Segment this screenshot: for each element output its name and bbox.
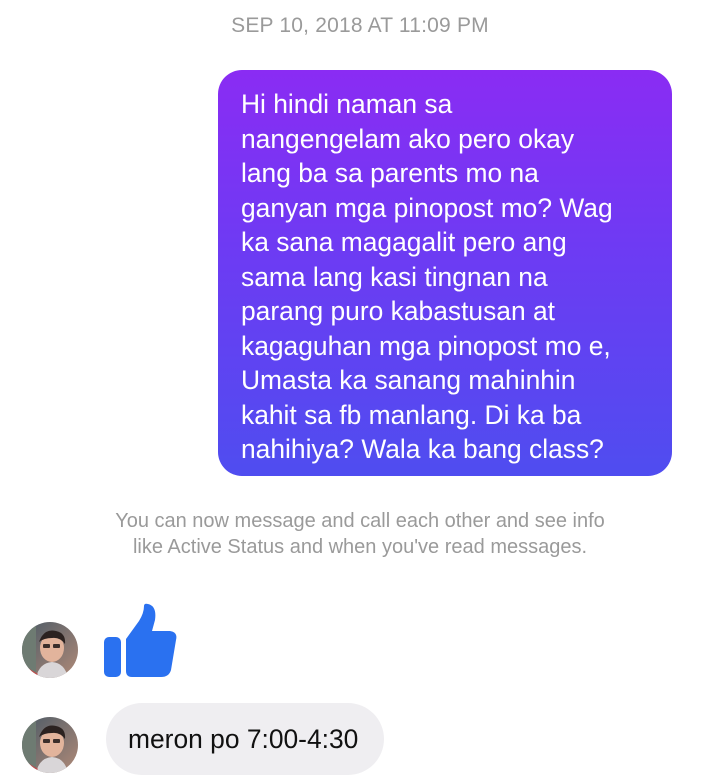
sent-message-line: kahit sa fb manlang. Di ka ba — [241, 399, 582, 430]
sent-message-line: sama lang kasi tingnan na — [241, 261, 548, 292]
sent-message-line: Hi hindi naman sa — [241, 89, 453, 119]
contact-avatar[interactable] — [22, 622, 78, 678]
conversation-timestamp: SEP 10, 2018 AT 11:09 PM — [231, 14, 489, 37]
like-reaction[interactable] — [100, 603, 178, 679]
thumbs-up-icon — [104, 603, 177, 677]
sent-message-line: ganyan mga pinopost mo? Wag — [241, 192, 613, 223]
sent-message-line: Umasta ka sanang mahinhin — [241, 365, 576, 395]
sent-message-line: nangengelam ako pero okay — [241, 123, 575, 154]
received-message-bubble[interactable]: meron po 7:00-4:30 — [106, 703, 385, 775]
sent-message-line: ka sana magagalit pero ang — [241, 227, 567, 257]
sent-message-line: parang puro kabastusan at — [241, 296, 555, 326]
connection-notice: You can now message and call each other … — [115, 510, 605, 558]
profile-photo-icon — [22, 717, 78, 773]
sent-message-bubble[interactable]: Hi hindi naman sa nangengelam ako pero o… — [218, 70, 672, 476]
sent-message-line: kagaguhan mga pinopost mo e, — [241, 330, 611, 361]
sent-message-line: nahihiya? Wala ka bang class? — [241, 434, 604, 464]
contact-avatar[interactable] — [22, 717, 78, 773]
profile-photo-icon — [22, 622, 78, 678]
sent-message-line: lang ba sa parents mo na — [241, 158, 539, 188]
received-message-text: meron po 7:00-4:30 — [128, 724, 359, 754]
